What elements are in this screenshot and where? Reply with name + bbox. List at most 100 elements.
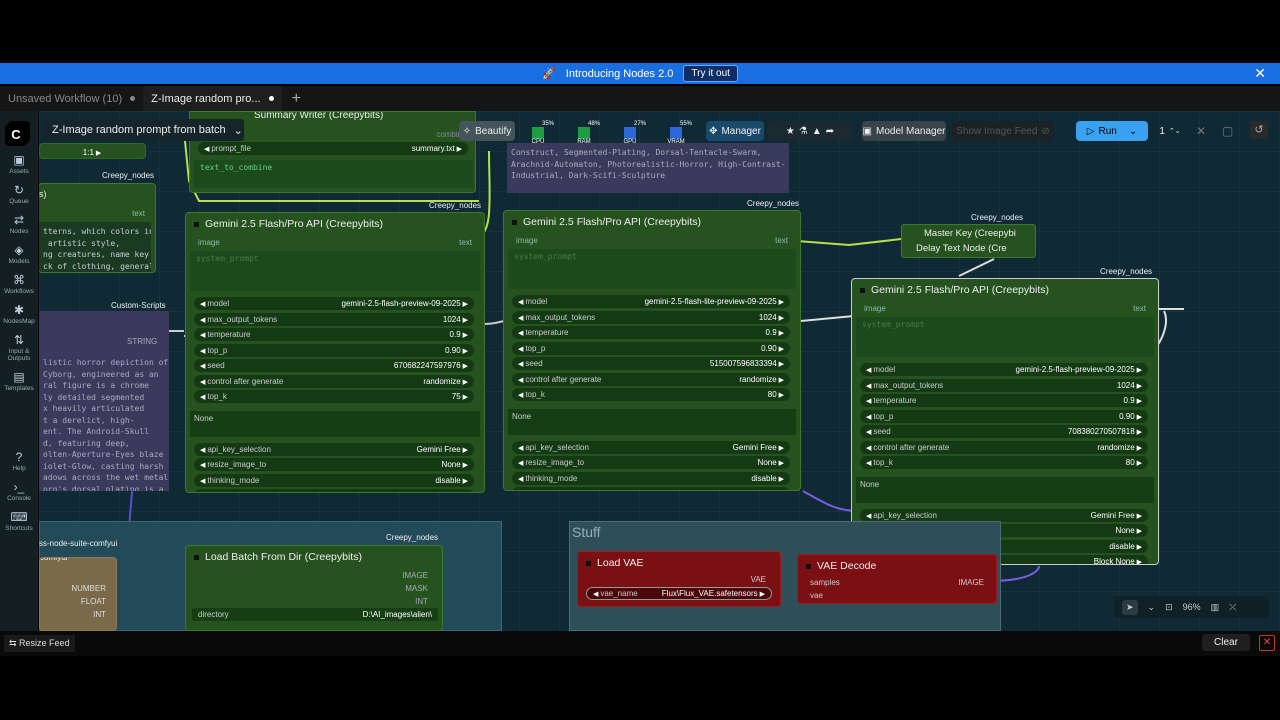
widget-label: resize_image_to xyxy=(518,458,584,467)
widget-thinking-mode[interactable]: thinking_mode disable xyxy=(194,473,474,487)
manager-button[interactable]: ✥ Manager xyxy=(706,121,764,141)
widget-label: resize_image_to xyxy=(200,460,266,469)
widget-value[interactable]: Flux\Flux_VAE.safetensors xyxy=(662,589,765,598)
widget-safety-threshold[interactable]: safety_threshold Block None xyxy=(194,489,474,492)
system-prompt-input[interactable]: system_prompt xyxy=(190,251,480,291)
zoom-level[interactable]: 96% xyxy=(1183,602,1201,612)
widget-value[interactable]: D:\AI_images\alien\ xyxy=(363,610,432,619)
select-tool-icon[interactable]: ➤ xyxy=(1122,599,1138,615)
master-key-node[interactable]: Master Key (Creepybi Delay Text Node (Cr… xyxy=(901,224,1036,258)
sidebar-item-input-outputs[interactable]: ⇅ Input & Outputs xyxy=(0,333,38,362)
sidebar-item-shortcuts[interactable]: ⌨ Shortcuts xyxy=(0,510,38,532)
widget-resize-image-to[interactable]: resize_image_to None xyxy=(512,456,790,469)
widget-control-after-generate[interactable]: control after generate randomize xyxy=(860,440,1148,454)
workflow-title-dropdown[interactable]: Z-Image random prompt from batch ⌄ xyxy=(44,119,244,141)
sidebar-item-console[interactable]: ›_ Console xyxy=(0,480,38,502)
clear-button[interactable]: Clear xyxy=(1202,634,1250,651)
flask-icon[interactable]: ⚗ xyxy=(799,126,808,137)
widget-seed[interactable]: seed 708380270507818 xyxy=(860,425,1148,438)
sidebar-item-workflows[interactable]: ⌘ Workflows xyxy=(0,273,38,295)
sidebar-item-models[interactable]: ◈ Models xyxy=(0,243,38,265)
sidebar-item-nodes[interactable]: ⇄ Nodes xyxy=(0,213,38,235)
widget-seed[interactable]: seed 515007596833394 xyxy=(512,357,790,370)
widget-value[interactable]: summary.txt xyxy=(412,144,462,153)
widget-model[interactable]: model gemini-2.5-flash-lite-preview-09-20… xyxy=(512,295,790,308)
share-icon[interactable]: ➦ xyxy=(826,126,834,137)
node-header[interactable]: Gemini 2.5 Flash/Pro API (Creepybits) xyxy=(504,211,800,233)
system-prompt-input[interactable]: system_prompt xyxy=(508,249,796,289)
sidebar-item-templates[interactable]: ▤ Templates xyxy=(0,370,38,392)
model-manager-button[interactable]: ▣ Model Manager xyxy=(862,121,946,141)
history-icon[interactable]: ↺ xyxy=(1250,121,1268,139)
widget-resize-image-to[interactable]: resize_image_to None xyxy=(194,458,474,471)
vae-decode-node[interactable]: VAE Decode samples vae IMAGE xyxy=(797,554,997,604)
widget-control-after-generate[interactable]: control after generate randomize xyxy=(512,372,790,386)
widget-top-p[interactable]: top_p 0.90 xyxy=(512,341,790,355)
widget-label: vae_name xyxy=(593,589,637,598)
link-visibility-icon[interactable]: ⤫ xyxy=(1229,602,1236,613)
widget-top-p[interactable]: top_p 0.90 xyxy=(860,409,1148,423)
run-button[interactable]: ▷ Run ⌄ xyxy=(1076,121,1148,141)
collapse-dot-icon[interactable] xyxy=(860,287,865,293)
batch-count-stepper[interactable]: 1 ⌃⌄ xyxy=(1152,121,1188,141)
pysssss-node[interactable]: ss-node-suite-comfyui NUMBER FLOAT INT xyxy=(39,557,117,631)
sidebar-item-queue[interactable]: ↻ Queue xyxy=(0,183,38,205)
widget-model[interactable]: model gemini-2.5-flash-preview-09-2025 xyxy=(194,297,474,310)
widget-seed[interactable]: seed 670682247597976 xyxy=(194,359,474,372)
node-header[interactable]: Gemini 2.5 Flash/Pro API (Creepybits) xyxy=(852,279,1158,301)
widget-top-k[interactable]: top_k 80 xyxy=(512,388,790,401)
tab-z-image[interactable]: Z-Image random pro... xyxy=(143,86,282,111)
cancel-icon[interactable]: ✕ xyxy=(1196,124,1206,138)
widget-temperature[interactable]: temperature 0.9 xyxy=(860,394,1148,407)
node-header[interactable]: Gemini 2.5 Flash/Pro API (Creepybits) xyxy=(186,213,484,235)
new-tab-plus-icon[interactable]: + xyxy=(282,90,311,108)
text-to-combine-input[interactable]: text_to_combine xyxy=(194,160,473,188)
ratio-node[interactable]: 1:1 xyxy=(39,143,146,159)
extra-input-box[interactable]: None xyxy=(508,408,796,435)
sidebar-item-help[interactable]: ? Help xyxy=(0,450,38,472)
text-node-left[interactable]: s) text tterns, which colors in artistic… xyxy=(39,183,156,273)
load-batch-node[interactable]: Load Batch From Dir (Creepybits) IMAGE M… xyxy=(185,545,443,631)
puzzle-icon: ✥ xyxy=(709,125,718,137)
widget-temperature[interactable]: temperature 0.9 xyxy=(194,328,474,341)
widget-control-after-generate[interactable]: control after generate randomize xyxy=(194,374,474,388)
system-prompt-input[interactable]: system_prompt xyxy=(856,317,1154,357)
close-feed-icon[interactable]: ✕ xyxy=(1259,635,1275,651)
sidebar-item-assets[interactable]: ▣ Assets xyxy=(0,153,38,175)
widget-top-k[interactable]: top_k 80 xyxy=(860,456,1148,469)
extra-input-box[interactable]: None xyxy=(856,476,1154,503)
widget-safety-threshold[interactable]: safety_threshold Block None xyxy=(512,487,790,490)
chevron-down-icon[interactable]: ⌄ xyxy=(1148,602,1156,613)
extra-input-box[interactable]: None xyxy=(190,410,480,437)
load-vae-node[interactable]: Load VAE VAE vae_name Flux\Flux_VAE.safet… xyxy=(577,551,781,607)
app-logo[interactable]: C xyxy=(5,124,27,146)
collapse-dot-icon[interactable] xyxy=(512,219,517,225)
sidebar-item-nodesmap[interactable]: ✱ NodesMap xyxy=(0,303,38,325)
beautify-button[interactable]: ✧ Beautify xyxy=(459,121,515,141)
widget-max-output-tokens[interactable]: max_output_tokens 1024 xyxy=(194,312,474,326)
gemini-node-1[interactable]: Gemini 2.5 Flash/Pro API (Creepybits) ima… xyxy=(185,212,485,493)
fit-view-icon[interactable]: ⊡ xyxy=(1165,602,1173,613)
widget-temperature[interactable]: temperature 0.9 xyxy=(512,326,790,339)
resize-feed-button[interactable]: ⇆ Resize Feed xyxy=(4,635,75,652)
tab-unsaved-workflow[interactable]: Unsaved Workflow (10) xyxy=(0,86,143,111)
close-icon[interactable]: ✕ xyxy=(1254,65,1266,82)
star-icon[interactable]: ★ xyxy=(786,126,795,137)
widget-max-output-tokens[interactable]: max_output_tokens 1024 xyxy=(512,310,790,324)
widget-api-key-selection[interactable]: api_key_selection Gemini Free xyxy=(194,442,474,456)
node-canvas[interactable]: 1:1 Creepy_nodes Summary Writer (Creepyb… xyxy=(39,111,1280,631)
widget-thinking-mode[interactable]: thinking_mode disable xyxy=(512,471,790,485)
widget-model[interactable]: model gemini-2.5-flash-preview-09-2025 xyxy=(860,363,1148,376)
gemini-node-2[interactable]: Gemini 2.5 Flash/Pro API (Creepybits) ima… xyxy=(503,210,801,491)
panel-icon[interactable]: ▢ xyxy=(1222,124,1233,138)
widget-top-p[interactable]: top_p 0.90 xyxy=(194,343,474,357)
show-image-feed-button[interactable]: Show Image Feed ⊘ xyxy=(952,121,1054,141)
widget-api-key-selection[interactable]: api_key_selection Gemini Free xyxy=(512,440,790,454)
widget-max-output-tokens[interactable]: max_output_tokens 1024 xyxy=(860,378,1148,392)
triangle-icon[interactable]: ▲ xyxy=(812,126,822,137)
minimap-icon[interactable]: ▥ xyxy=(1211,602,1220,613)
collapse-dot-icon[interactable] xyxy=(194,221,199,227)
try-it-out-button[interactable]: Try it out xyxy=(683,65,738,82)
widget-top-k[interactable]: top_k 75 xyxy=(194,390,474,403)
widget-api-key-selection[interactable]: api_key_selection Gemini Free xyxy=(860,508,1148,522)
